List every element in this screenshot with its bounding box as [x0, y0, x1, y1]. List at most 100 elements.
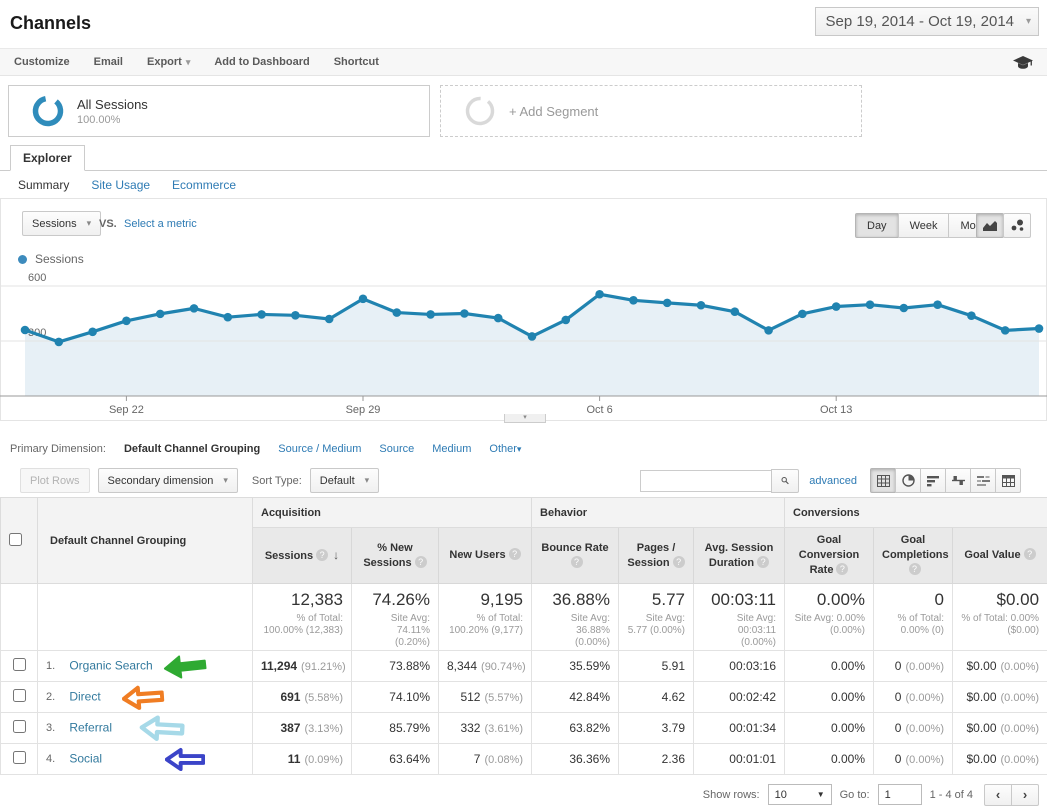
sessions-line-chart: 300600Sep 22Sep 29Oct 6Oct 13	[0, 264, 1047, 416]
dimension-source-link[interactable]: Source	[379, 443, 414, 455]
subnav-ecommerce[interactable]: Ecommerce	[172, 178, 236, 192]
dimension-other-dropdown[interactable]: Other▾	[489, 443, 521, 455]
search-input[interactable]	[640, 470, 771, 492]
column-header-dimension[interactable]: Default Channel Grouping	[38, 498, 253, 584]
help-icon[interactable]: ?	[673, 556, 685, 568]
svg-text:Oct 6: Oct 6	[586, 404, 612, 416]
chart-collapse-handle[interactable]: ▾	[504, 414, 546, 423]
primary-dimension-bar: Primary Dimension: Default Channel Group…	[0, 443, 1047, 455]
plot-rows-button[interactable]: Plot Rows	[20, 468, 90, 493]
help-icon[interactable]: ?	[1024, 548, 1036, 560]
help-icon[interactable]: ?	[509, 548, 521, 560]
column-header-bounce-rate[interactable]: Bounce Rate?	[532, 528, 619, 584]
metric-selector-dropdown[interactable]: Sessions ▾	[22, 211, 101, 236]
select-all-checkbox[interactable]	[9, 533, 22, 546]
total-goal-conversion-rate: 0.00%Site Avg: 0.00% (0.00%)	[785, 584, 874, 651]
column-header-goal-value[interactable]: Goal Value?	[953, 528, 1047, 584]
show-rows-label: Show rows:	[703, 789, 760, 801]
email-button[interactable]: Email	[94, 56, 123, 68]
column-header-new-sessions[interactable]: % New Sessions?	[352, 528, 439, 584]
help-icon[interactable]: ?	[836, 563, 848, 575]
column-header-sessions[interactable]: Sessions?↓	[253, 528, 352, 584]
chevron-down-icon: ▾	[186, 57, 191, 67]
date-range-selector[interactable]: Sep 19, 2014 - Oct 19, 2014 ▾	[815, 7, 1039, 36]
column-header-pages-session[interactable]: Pages / Session?	[619, 528, 694, 584]
goto-page-input[interactable]	[878, 784, 922, 805]
segment-percentage: 100.00%	[77, 114, 148, 126]
dimension-medium-link[interactable]: Medium	[432, 443, 471, 455]
pagination-range: 1 - 4 of 4	[930, 789, 973, 801]
chevron-down-icon: ▾	[87, 218, 92, 229]
annotation-arrow-icon	[137, 713, 188, 743]
segment-all-sessions[interactable]: All Sessions 100.00%	[8, 85, 430, 137]
sort-type-label: Sort Type:	[252, 475, 302, 487]
table-footer: Show rows: 10 ▼ Go to: 1 - 4 of 4 ‹ ›	[0, 780, 1047, 809]
channel-link-social[interactable]: Social	[69, 751, 102, 765]
add-segment-button[interactable]: + Add Segment	[440, 85, 862, 137]
table-toolbar: Plot Rows Secondary dimension ▾ Sort Typ…	[0, 464, 1047, 497]
total-new-users: 9,195% of Total: 100.20% (9,177)	[439, 584, 532, 651]
annotation-arrow-icon	[165, 746, 205, 773]
select-all-checkbox-cell	[1, 498, 38, 584]
pivot-view-icon[interactable]	[995, 468, 1021, 493]
pagination: ‹ ›	[985, 784, 1039, 806]
chevron-down-icon: ▾	[365, 475, 370, 486]
advanced-search-link[interactable]: advanced	[809, 475, 857, 487]
legend-dot-icon	[18, 255, 27, 264]
vs-label: VS.	[99, 218, 117, 230]
subnav-summary[interactable]: Summary	[18, 178, 69, 192]
channels-table: Default Channel Grouping Acquisition Beh…	[0, 497, 1047, 775]
prev-page-icon[interactable]: ‹	[984, 784, 1012, 806]
row-checkbox[interactable]	[13, 658, 26, 671]
column-header-avg-session-duration[interactable]: Avg. Session Duration?	[694, 528, 785, 584]
svg-text:Sep 22: Sep 22	[109, 404, 144, 416]
subnav-site-usage[interactable]: Site Usage	[91, 178, 150, 192]
table-view-icon[interactable]	[870, 468, 896, 493]
row-checkbox[interactable]	[13, 689, 26, 702]
comparison-view-icon[interactable]	[945, 468, 971, 493]
row-checkbox[interactable]	[13, 720, 26, 733]
shortcut-button[interactable]: Shortcut	[334, 56, 379, 68]
export-button[interactable]: Export▾	[147, 56, 190, 68]
help-icon[interactable]: ?	[316, 549, 328, 561]
secondary-dimension-dropdown[interactable]: Secondary dimension ▾	[98, 468, 238, 493]
column-header-goal-completions[interactable]: Goal Completions?	[874, 528, 953, 584]
add-to-dashboard-button[interactable]: Add to Dashboard	[214, 56, 309, 68]
help-icon[interactable]: ?	[571, 556, 583, 568]
annotation-arrow-icon	[121, 682, 165, 712]
channel-link-organic-search[interactable]: Organic Search	[69, 658, 152, 672]
column-header-goal-conversion-rate[interactable]: Goal Conversion Rate?	[785, 528, 874, 584]
help-icon[interactable]: ?	[909, 563, 921, 575]
total-pages-session: 5.77Site Avg: 5.77 (0.00%)	[619, 584, 694, 651]
motion-chart-icon[interactable]	[1003, 213, 1031, 238]
percentage-view-icon[interactable]	[895, 468, 921, 493]
segment-ring-icon	[31, 94, 65, 128]
channel-link-direct[interactable]: Direct	[69, 689, 100, 703]
help-icon[interactable]: ?	[757, 556, 769, 568]
customize-button[interactable]: Customize	[14, 56, 70, 68]
performance-view-icon[interactable]	[920, 468, 946, 493]
row-checkbox[interactable]	[13, 751, 26, 764]
total-goal-value: $0.00% of Total: 0.00% ($0.00)	[953, 584, 1047, 651]
graduation-cap-icon[interactable]	[1013, 55, 1033, 70]
select-a-metric-link[interactable]: Select a metric	[124, 218, 197, 230]
totals-row: 12,383% of Total: 100.00% (12,383) 74.26…	[1, 584, 1047, 651]
show-rows-select[interactable]: 10 ▼	[768, 784, 832, 805]
channel-link-referral[interactable]: Referral	[69, 720, 112, 734]
sort-type-dropdown[interactable]: Default ▾	[310, 468, 379, 493]
column-header-new-users[interactable]: New Users?	[439, 528, 532, 584]
term-cloud-view-icon[interactable]	[970, 468, 996, 493]
segment-area: All Sessions 100.00% + Add Segment	[0, 77, 1047, 145]
search-icon[interactable]	[771, 469, 799, 493]
next-page-icon[interactable]: ›	[1011, 784, 1039, 806]
group-header-behavior: Behavior	[532, 498, 785, 528]
help-icon[interactable]: ?	[415, 556, 427, 568]
page-title: Channels	[10, 13, 91, 34]
dimension-default-channel-grouping[interactable]: Default Channel Grouping	[124, 443, 260, 455]
granularity-day-button[interactable]: Day	[855, 213, 899, 238]
dimension-source-medium-link[interactable]: Source / Medium	[278, 443, 361, 455]
total-sessions: 12,383% of Total: 100.00% (12,383)	[253, 584, 352, 651]
line-chart-icon[interactable]	[976, 213, 1004, 238]
granularity-week-button[interactable]: Week	[898, 213, 950, 238]
tab-explorer[interactable]: Explorer	[10, 145, 85, 171]
